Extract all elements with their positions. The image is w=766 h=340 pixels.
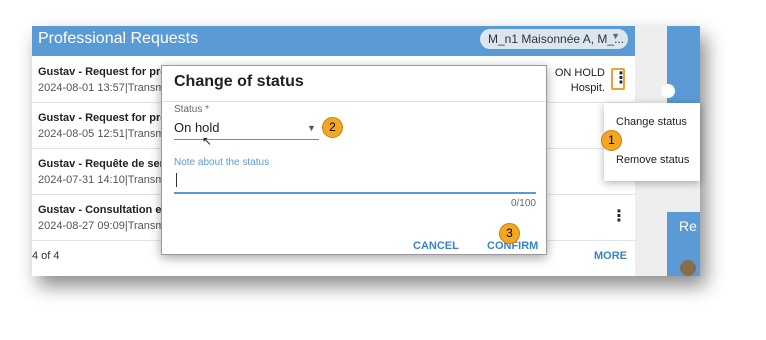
unit-filter-value: M_n1 Maisonnée A, M_... xyxy=(488,32,625,46)
result-count: 4 of 4 xyxy=(32,250,60,262)
request-meta: 2024-08-05 12:51|Transm xyxy=(38,128,165,140)
status-field-label: Status * xyxy=(174,104,210,115)
dialog-title: Change of status xyxy=(174,73,304,90)
request-meta: 2024-07-31 14:10|Transm xyxy=(38,174,165,186)
status-select-underline xyxy=(174,139,319,140)
more-vert-icon[interactable]: ⋮ xyxy=(611,206,627,228)
right-card-title: Re xyxy=(679,218,697,234)
cancel-button[interactable]: CANCEL xyxy=(413,240,459,252)
request-title: Gustav - Requête de ser xyxy=(38,158,164,170)
status-location: Hospit. xyxy=(570,82,605,94)
character-counter: 0/100 xyxy=(510,198,536,209)
more-button[interactable]: MORE xyxy=(594,250,627,262)
panel-title: Professional Requests xyxy=(38,30,199,47)
note-field-label: Note about the status xyxy=(174,157,270,168)
status-note-input[interactable] xyxy=(174,170,536,194)
menu-item-remove-status[interactable]: Remove status xyxy=(616,154,689,166)
step-badge-1: 1 xyxy=(601,130,622,151)
circle-button-icon[interactable] xyxy=(661,84,675,98)
request-title: Gustav - Consultation er xyxy=(38,204,166,216)
status-select[interactable]: On hold xyxy=(174,120,220,135)
request-meta: 2024-08-27 09:09|Transm xyxy=(38,220,165,232)
chevron-down-icon[interactable]: ▼ xyxy=(307,123,316,133)
status-text: ON HOLD xyxy=(554,67,605,79)
step-badge-2: 2 xyxy=(322,117,343,138)
unit-filter-select[interactable]: M_n1 Maisonnée A, M_... ▼ xyxy=(480,29,628,49)
more-vert-icon[interactable]: ⋮ xyxy=(611,68,629,90)
request-title: Gustav - Request for pro xyxy=(38,112,167,124)
mouse-pointer-icon: ↖ xyxy=(202,134,213,148)
step-badge-3: 3 xyxy=(499,223,520,244)
status-badge: ON HOLD Hospit. xyxy=(555,66,605,96)
panel-header: Professional Requests M_n1 Maisonnée A, … xyxy=(32,26,635,56)
chevron-down-icon: ▼ xyxy=(611,31,620,41)
avatar xyxy=(680,260,696,276)
request-meta: 2024-08-01 13:57|Transm xyxy=(38,82,165,94)
divider xyxy=(162,101,546,102)
text-caret xyxy=(176,173,177,187)
menu-item-change-status[interactable]: Change status xyxy=(616,116,687,128)
change-status-dialog: Change of status Status * On hold ▼ ↖ No… xyxy=(161,65,547,255)
